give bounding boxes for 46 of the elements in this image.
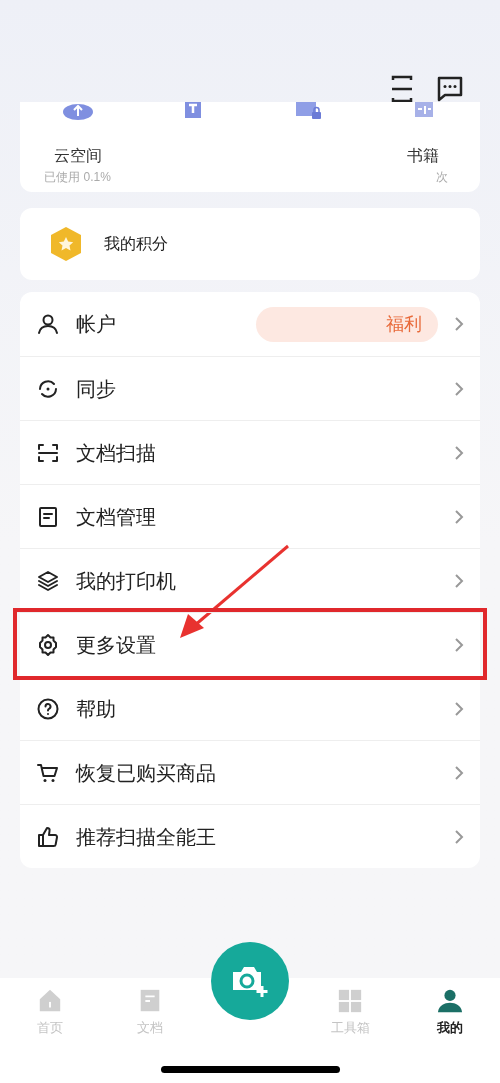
home-icon	[37, 988, 63, 1014]
chevron-icon	[454, 700, 464, 717]
chevron-icon	[454, 828, 464, 845]
settings-icon	[36, 632, 60, 657]
badge-icon	[48, 226, 84, 262]
menu-label: 文档管理	[76, 504, 157, 530]
chevron-icon	[454, 572, 464, 589]
menu-item[interactable]: 帐户 福利	[20, 292, 480, 356]
menu-item[interactable]: 推荐扫描全能王	[20, 804, 480, 868]
person-icon	[36, 312, 60, 336]
menu-item[interactable]: 文档管理	[20, 484, 480, 548]
nav-tab[interactable]: 我的	[400, 978, 500, 1038]
menu-label: 恢复已购买商品	[76, 760, 217, 786]
points-label[interactable]: 我的积分	[104, 232, 168, 256]
tile-subtitle: 次	[436, 169, 448, 186]
chevron-icon	[454, 636, 464, 653]
menu-label: 帐户	[76, 312, 117, 337]
menu-label: 帮助	[76, 696, 117, 722]
menu-label: 我的打印机	[76, 568, 177, 594]
menu-item[interactable]: 我的打印机	[20, 548, 480, 612]
menu-item[interactable]: 更多设置	[17, 612, 483, 676]
message-icon[interactable]	[436, 74, 464, 102]
chevron-icon	[454, 444, 464, 461]
tile-label: 云空间	[53, 148, 102, 164]
menu-item[interactable]: 文档扫描	[20, 420, 480, 484]
chevron-icon	[454, 508, 464, 525]
thumbs-up-icon	[36, 824, 60, 849]
menu-label: 推荐扫描全能王	[76, 824, 217, 850]
tile-label: 书籍	[406, 148, 439, 164]
menu-item[interactable]: 恢复已购买商品	[20, 740, 480, 804]
menu-label: 同步	[76, 376, 117, 402]
tile-subtitle: 已使用 0.1%	[44, 169, 111, 186]
menu-item[interactable]: 同步	[20, 356, 480, 420]
chevron-icon	[454, 764, 464, 781]
grid-icon	[337, 988, 363, 1014]
chevron-icon	[454, 316, 464, 332]
help-icon	[36, 696, 60, 721]
person-icon	[437, 988, 463, 1014]
document-icon	[36, 504, 60, 529]
layers-icon	[36, 568, 60, 593]
menu-label: 文档扫描	[76, 440, 157, 466]
menu-label: 更多设置	[76, 632, 157, 658]
cloud-upload-icon[interactable]	[61, 102, 94, 120]
menu-item[interactable]: 帮助	[20, 676, 480, 740]
chevron-icon	[454, 380, 464, 397]
camera-icon	[231, 964, 269, 998]
